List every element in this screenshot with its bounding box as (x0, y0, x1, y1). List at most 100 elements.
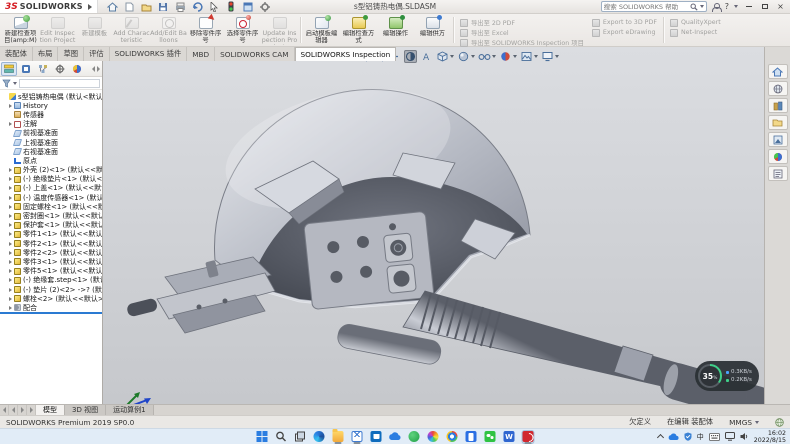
save-icon[interactable] (157, 1, 170, 12)
tree-item[interactable]: (-) 垫片 (2)<2> ->? (默认<<默认 (1, 285, 102, 294)
ribbon-button[interactable]: 移除零件序号 (187, 15, 224, 45)
search-icon[interactable] (690, 3, 698, 11)
undo-icon[interactable] (191, 1, 204, 12)
ribbon-export-item[interactable]: 导出至 2D PDF (460, 18, 584, 27)
onedrive-tray-icon[interactable] (668, 433, 679, 441)
section-view-icon[interactable] (404, 50, 417, 63)
ime-language-indicator[interactable]: 中 (697, 432, 704, 442)
ribbon-button[interactable]: 选择零件序号 (224, 15, 261, 45)
help-caret-icon[interactable] (734, 5, 738, 8)
dropdown-caret-icon[interactable] (492, 55, 496, 58)
select-icon[interactable] (208, 1, 221, 12)
custom-properties-icon[interactable] (768, 166, 788, 181)
start-icon[interactable] (256, 430, 269, 444)
color-wheel-icon[interactable] (427, 430, 440, 444)
solidworks-resources-icon[interactable] (768, 81, 788, 96)
annotations-icon[interactable]: A (420, 50, 433, 63)
ribbon-export-item[interactable]: Export to 3D PDF (592, 18, 657, 27)
print-icon[interactable] (174, 1, 187, 12)
ribbon-button[interactable]: 编辑检查方式 (340, 15, 377, 45)
wechat-icon[interactable] (484, 430, 497, 444)
search-input[interactable] (604, 3, 688, 11)
new-document-icon[interactable] (123, 1, 136, 12)
tree-item[interactable]: 保护套<1> (默认<<默认>_显示状 (1, 221, 102, 230)
tree-item[interactable]: 零件2<2> (默认<<默认>_显示状 (1, 248, 102, 257)
edge-icon[interactable] (313, 430, 326, 444)
tab-pane-globe-icon[interactable] (775, 418, 784, 427)
expand-arrow-icon[interactable] (9, 242, 12, 246)
tab-scroll-last-icon[interactable] (27, 405, 36, 415)
tab-scroll-next-icon[interactable] (18, 405, 27, 415)
tree-item[interactable]: 原点 (1, 156, 102, 165)
ribbon-button[interactable]: 编辑供方 (414, 15, 451, 45)
tree-item[interactable]: 外壳 (2)<1> (默认<<默认>_显示状 (1, 166, 102, 175)
expand-arrow-icon[interactable] (9, 232, 12, 236)
expand-arrow-icon[interactable] (9, 177, 12, 181)
edit-appearance-control[interactable] (499, 50, 517, 63)
tree-item[interactable]: 零件2<1> (默认<<默认>_显示状 (1, 239, 102, 248)
file-explorer-icon[interactable] (768, 115, 788, 130)
tray-overflow-chevron-icon[interactable] (657, 434, 664, 441)
expand-arrow-icon[interactable] (9, 251, 12, 255)
configurationmanager-tab-icon[interactable] (35, 62, 51, 76)
ribbon-button[interactable]: Add/Edit Balloons (150, 15, 187, 45)
tree-item[interactable]: 密封圈<1> (默认<<默认>_显示状 (1, 211, 102, 220)
expand-arrow-icon[interactable] (9, 214, 12, 218)
view-settings-control[interactable] (541, 50, 559, 63)
logo-expand-arrow-icon[interactable] (88, 4, 92, 10)
solidworks-icon[interactable] (522, 430, 535, 444)
ribbon-export-item[interactable]: 导出至 SOLIDWORKS Inspection 项目 (460, 38, 584, 47)
view-palette-icon[interactable] (768, 132, 788, 147)
search-scope-caret-icon[interactable] (700, 5, 704, 8)
filter-funnel-icon[interactable] (2, 79, 11, 88)
onedrive-icon[interactable] (389, 430, 402, 444)
tree-item[interactable]: 零件1<1> (默认<<默认>_显示状态 (1, 230, 102, 239)
file-properties-icon[interactable] (242, 1, 255, 12)
apply-scene-control[interactable] (520, 50, 538, 63)
wps-icon[interactable]: W (503, 430, 516, 444)
expand-arrow-icon[interactable] (9, 223, 12, 227)
hide-show-items-control[interactable] (478, 50, 496, 63)
expand-arrow-icon[interactable] (9, 186, 12, 190)
restore-button[interactable] (759, 2, 770, 12)
expand-arrow-icon[interactable] (9, 297, 12, 301)
filter-caret-icon[interactable] (13, 82, 17, 85)
phone-icon[interactable] (465, 430, 478, 444)
volume-icon[interactable] (740, 432, 749, 441)
browser-icon[interactable] (446, 430, 459, 444)
ribbon-export-item[interactable]: 导出至 Excel (460, 28, 584, 37)
ribbon-button[interactable]: Update Inspection Project (261, 15, 298, 45)
file-explorer-icon[interactable] (332, 430, 345, 444)
app-green-icon[interactable] (408, 430, 421, 444)
tree-item[interactable]: 传感器 (1, 110, 102, 119)
expand-arrow-icon[interactable] (9, 269, 12, 273)
ribbon-button[interactable]: Edit Inspection Project (39, 15, 76, 45)
dropdown-caret-icon[interactable] (513, 55, 517, 58)
expand-arrow-icon[interactable] (9, 205, 12, 209)
tree-item[interactable]: s型铝铸热电偶 (默认<默认_显示状态-1 (1, 92, 102, 101)
tree-item[interactable]: (-) 上盖<1> (默认<<默认>_显示状 (1, 184, 102, 193)
edit-appearance-icon[interactable] (499, 50, 512, 63)
close-button[interactable]: × (775, 2, 786, 12)
dropdown-caret-icon[interactable] (555, 55, 559, 58)
ribbon-export-item[interactable]: Net-Inspect (670, 28, 721, 37)
expand-arrow-icon[interactable] (9, 196, 12, 200)
dropdown-caret-icon[interactable] (450, 55, 454, 58)
expand-arrow-icon[interactable] (9, 278, 12, 282)
command-tab[interactable]: SOLIDWORKS CAM (215, 47, 294, 61)
tree-item[interactable]: 固定螺栓<1> (默认<<默认>_显示 (1, 202, 102, 211)
command-tab[interactable]: 装配体 (0, 47, 33, 61)
appearances-icon[interactable] (768, 149, 788, 164)
tree-item[interactable]: 上视基准面 (1, 138, 102, 147)
dimxpert-tab-icon[interactable] (52, 62, 68, 76)
display-style-icon[interactable] (457, 50, 470, 63)
display-style-control[interactable] (457, 50, 475, 63)
home-icon[interactable] (768, 64, 788, 79)
unit-system-selector[interactable]: MMGS (729, 418, 759, 427)
ribbon-button[interactable]: 编辑操作 (377, 15, 414, 45)
expand-arrow-icon[interactable] (9, 104, 12, 108)
security-shield-icon[interactable] (684, 432, 692, 441)
dropdown-caret-icon[interactable] (471, 55, 475, 58)
apply-scene-icon[interactable] (520, 50, 533, 63)
minimize-button[interactable] (743, 2, 754, 12)
